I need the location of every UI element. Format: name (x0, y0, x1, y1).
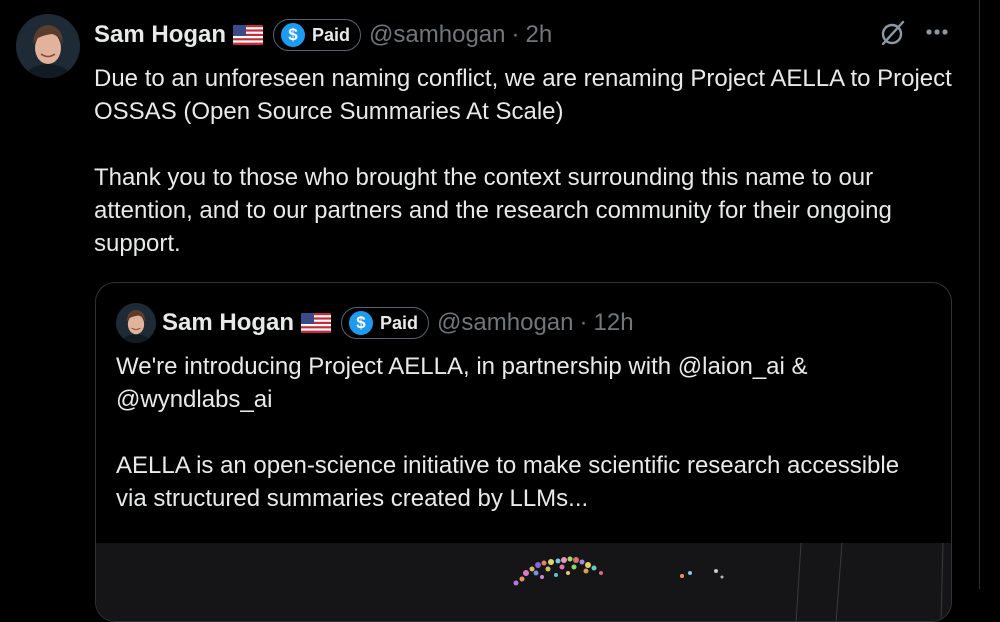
tweet-header: Sam Hogan $ Paid @samhogan · 2h (94, 16, 552, 54)
tweet-time[interactable]: 2h (526, 21, 553, 49)
quoted-tweet[interactable]: Sam Hogan $ Paid @samhogan · 12h We're i… (95, 282, 952, 622)
meta-separator: · (511, 21, 520, 48)
meta-separator: · (579, 309, 588, 336)
paid-label: Paid (312, 24, 351, 45)
us-flag-icon (301, 313, 332, 333)
author-name: Sam Hogan (162, 309, 295, 336)
dollar-icon: $ (281, 23, 306, 47)
more-icon[interactable] (922, 18, 952, 48)
paid-badge: $ Paid (341, 307, 430, 339)
tweet-time: 12h (593, 309, 634, 336)
author-name[interactable]: Sam Hogan (94, 21, 226, 49)
dollar-icon: $ (349, 311, 374, 335)
author-handle: @samhogan (437, 309, 574, 336)
avatar[interactable] (16, 14, 80, 78)
tweet-text: Due to an unforeseen naming conflict, we… (94, 62, 964, 260)
media-image[interactable] (96, 543, 951, 621)
timeline-divider (979, 0, 980, 589)
tweet-paragraph: Thank you to those who brought the conte… (94, 164, 892, 257)
paid-label: Paid (380, 312, 419, 333)
tweet-paragraph: Due to an unforeseen naming conflict, we… (94, 65, 952, 125)
avatar (116, 303, 156, 343)
tweet-paragraph: AELLA is an open-science initiative to m… (116, 452, 900, 512)
quoted-tweet-text: We're introducing Project AELLA, in part… (116, 350, 936, 515)
quoted-tweet-header: Sam Hogan $ Paid @samhogan · 12h (162, 304, 634, 342)
grok-icon[interactable] (878, 18, 908, 48)
scatter-visualization (513, 556, 724, 586)
author-handle[interactable]: @samhogan (369, 21, 505, 49)
paid-badge[interactable]: $ Paid (273, 19, 362, 51)
us-flag-icon (233, 25, 264, 45)
tweet-paragraph: We're introducing Project AELLA, in part… (116, 353, 808, 413)
